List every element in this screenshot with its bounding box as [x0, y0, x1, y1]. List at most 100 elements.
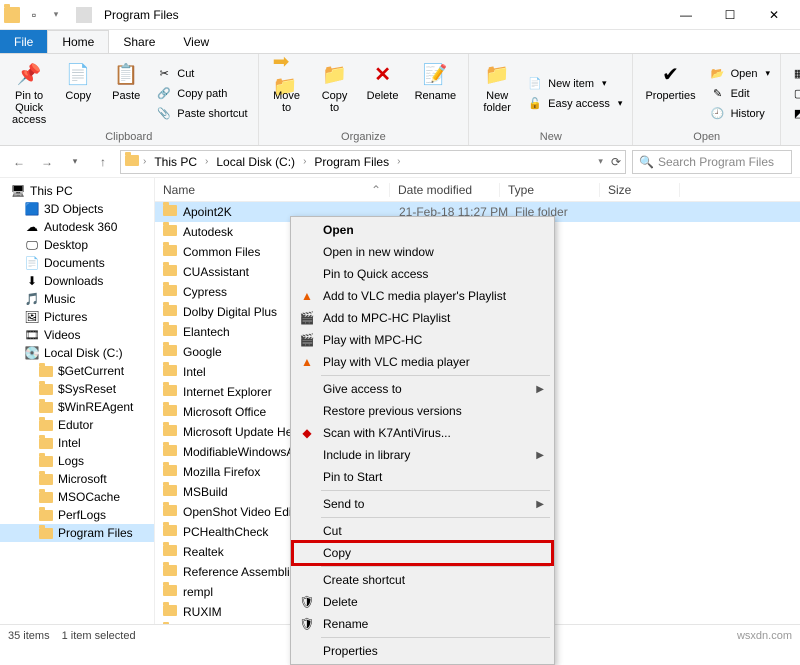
tree-node[interactable]: 🟦3D Objects: [0, 200, 154, 218]
folder-icon: [38, 454, 54, 468]
folder-icon: [163, 585, 177, 599]
chevron-right-icon[interactable]: ›: [395, 156, 402, 167]
new-folder-button[interactable]: 📁New folder: [477, 58, 517, 129]
tree-node[interactable]: 🖥This PC: [0, 182, 154, 200]
paste-button[interactable]: 📋Paste: [106, 58, 146, 129]
adsk-icon: ☁: [24, 220, 40, 234]
tree-node[interactable]: PerfLogs: [0, 506, 154, 524]
tree-node[interactable]: MSOCache: [0, 488, 154, 506]
tree-node[interactable]: 🎞Videos: [0, 326, 154, 344]
copy-button[interactable]: 📄Copy: [58, 58, 98, 129]
forward-button[interactable]: →: [36, 151, 58, 173]
tree-node[interactable]: Intel: [0, 434, 154, 452]
column-size[interactable]: Size: [600, 183, 680, 197]
open-icon: 📂: [710, 66, 726, 82]
invert-selection-button[interactable]: ◩Invert selection: [789, 105, 800, 123]
rename-button[interactable]: 📝Rename: [411, 58, 461, 129]
folder-icon: [38, 382, 54, 396]
tree-node[interactable]: Logs: [0, 452, 154, 470]
select-all-button[interactable]: ▦Select all: [789, 65, 800, 83]
tree-node[interactable]: 🖼Pictures: [0, 308, 154, 326]
search-input[interactable]: 🔍 Search Program Files: [632, 150, 792, 174]
tree-node[interactable]: 🖵Desktop: [0, 236, 154, 254]
close-button[interactable]: ✕: [752, 1, 796, 29]
ctx-pin-quick-access[interactable]: Pin to Quick access: [293, 263, 552, 285]
ctx-delete[interactable]: 🛡Delete: [293, 591, 552, 613]
crumb-local-disk[interactable]: Local Disk (C:): [212, 155, 299, 169]
pin-quick-access-button[interactable]: 📌Pin to Quick access: [8, 58, 50, 129]
tree-node[interactable]: Edutor: [0, 416, 154, 434]
cut-button[interactable]: ✂Cut: [154, 65, 249, 83]
qat-item-icon[interactable]: ▫: [26, 7, 42, 23]
tree-node[interactable]: ☁Autodesk 360: [0, 218, 154, 236]
ctx-mpc-playlist[interactable]: 🎬Add to MPC-HC Playlist: [293, 307, 552, 329]
properties-button[interactable]: ✔Properties: [641, 58, 699, 129]
recent-chevron-icon[interactable]: ▾: [64, 151, 86, 173]
tree-node[interactable]: $GetCurrent: [0, 362, 154, 380]
ctx-open-new-window[interactable]: Open in new window: [293, 241, 552, 263]
dropdown-chevron-icon[interactable]: ▾: [598, 156, 603, 167]
ctx-play-vlc[interactable]: ▲Play with VLC media player: [293, 351, 552, 373]
ctx-rename[interactable]: 🛡Rename: [293, 613, 552, 635]
tree-node[interactable]: 📄Documents: [0, 254, 154, 272]
crumb-program-files[interactable]: Program Files: [310, 155, 393, 169]
paste-shortcut-button[interactable]: 📎Paste shortcut: [154, 105, 249, 123]
tree-node[interactable]: Microsoft: [0, 470, 154, 488]
breadcrumb[interactable]: › This PC › Local Disk (C:) › Program Fi…: [120, 150, 626, 174]
ctx-play-mpc[interactable]: 🎬Play with MPC-HC: [293, 329, 552, 351]
easy-access-button[interactable]: 🔓Easy access▾: [525, 95, 624, 113]
maximize-button[interactable]: ☐: [708, 1, 752, 29]
chevron-right-icon[interactable]: ›: [301, 156, 308, 167]
folder-icon: [163, 265, 177, 279]
tab-view[interactable]: View: [169, 30, 223, 53]
ctx-scan-antivirus[interactable]: ◆Scan with K7AntiVirus...: [293, 422, 552, 444]
minimize-button[interactable]: —: [664, 1, 708, 29]
ctx-give-access[interactable]: Give access to▶: [293, 378, 552, 400]
nav-tree[interactable]: 🖥This PC🟦3D Objects☁Autodesk 360🖵Desktop…: [0, 178, 155, 624]
tree-node[interactable]: $SysReset: [0, 380, 154, 398]
tab-home[interactable]: Home: [47, 30, 109, 53]
ctx-restore-versions[interactable]: Restore previous versions: [293, 400, 552, 422]
chevron-right-icon[interactable]: ›: [141, 156, 148, 167]
pin-icon: 📌: [15, 60, 43, 88]
delete-button[interactable]: ✕Delete: [363, 58, 403, 129]
ctx-properties[interactable]: Properties: [293, 640, 552, 662]
ctx-vlc-playlist[interactable]: ▲Add to VLC media player's Playlist: [293, 285, 552, 307]
edit-button[interactable]: ✎Edit: [708, 85, 772, 103]
ctx-copy[interactable]: Copy: [293, 542, 552, 564]
history-button[interactable]: 🕘History: [708, 105, 772, 123]
ctx-include-library[interactable]: Include in library▶: [293, 444, 552, 466]
folder-icon: [163, 565, 177, 579]
column-type[interactable]: Type: [500, 183, 600, 197]
tree-node[interactable]: 💽Local Disk (C:): [0, 344, 154, 362]
separator: [76, 7, 92, 23]
ctx-send-to[interactable]: Send to▶: [293, 493, 552, 515]
ctx-cut[interactable]: Cut: [293, 520, 552, 542]
back-button[interactable]: ←: [8, 151, 30, 173]
column-name[interactable]: Name ⌃: [155, 183, 390, 197]
column-date[interactable]: Date modified: [390, 183, 500, 197]
ctx-pin-start[interactable]: Pin to Start: [293, 466, 552, 488]
new-item-button[interactable]: 📄New item▾: [525, 75, 624, 93]
tree-node[interactable]: 🎵Music: [0, 290, 154, 308]
chevron-right-icon[interactable]: ›: [203, 156, 210, 167]
tab-file[interactable]: File: [0, 30, 47, 53]
tree-node[interactable]: $WinREAgent: [0, 398, 154, 416]
scissors-icon: ✂: [156, 66, 172, 82]
ctx-create-shortcut[interactable]: Create shortcut: [293, 569, 552, 591]
copy-path-button[interactable]: 🔗Copy path: [154, 85, 249, 103]
refresh-button[interactable]: ⟳: [611, 155, 621, 169]
tab-share[interactable]: Share: [109, 30, 169, 53]
crumb-this-pc[interactable]: This PC: [150, 155, 201, 169]
copy-to-button[interactable]: 📁Copy to: [315, 58, 355, 129]
qat-chevron-icon[interactable]: ▾: [48, 7, 64, 23]
up-button[interactable]: ↑: [92, 151, 114, 173]
tree-node[interactable]: Program Files: [0, 524, 154, 542]
tree-node[interactable]: ⬇Downloads: [0, 272, 154, 290]
ctx-open[interactable]: Open: [293, 219, 552, 241]
select-none-button[interactable]: ▢Select none: [789, 85, 800, 103]
open-button[interactable]: 📂Open▾: [708, 65, 772, 83]
folder-icon: [163, 525, 177, 539]
move-to-button[interactable]: ➡📁Move to: [267, 58, 307, 129]
list-header[interactable]: Name ⌃ Date modified Type Size: [155, 178, 800, 202]
